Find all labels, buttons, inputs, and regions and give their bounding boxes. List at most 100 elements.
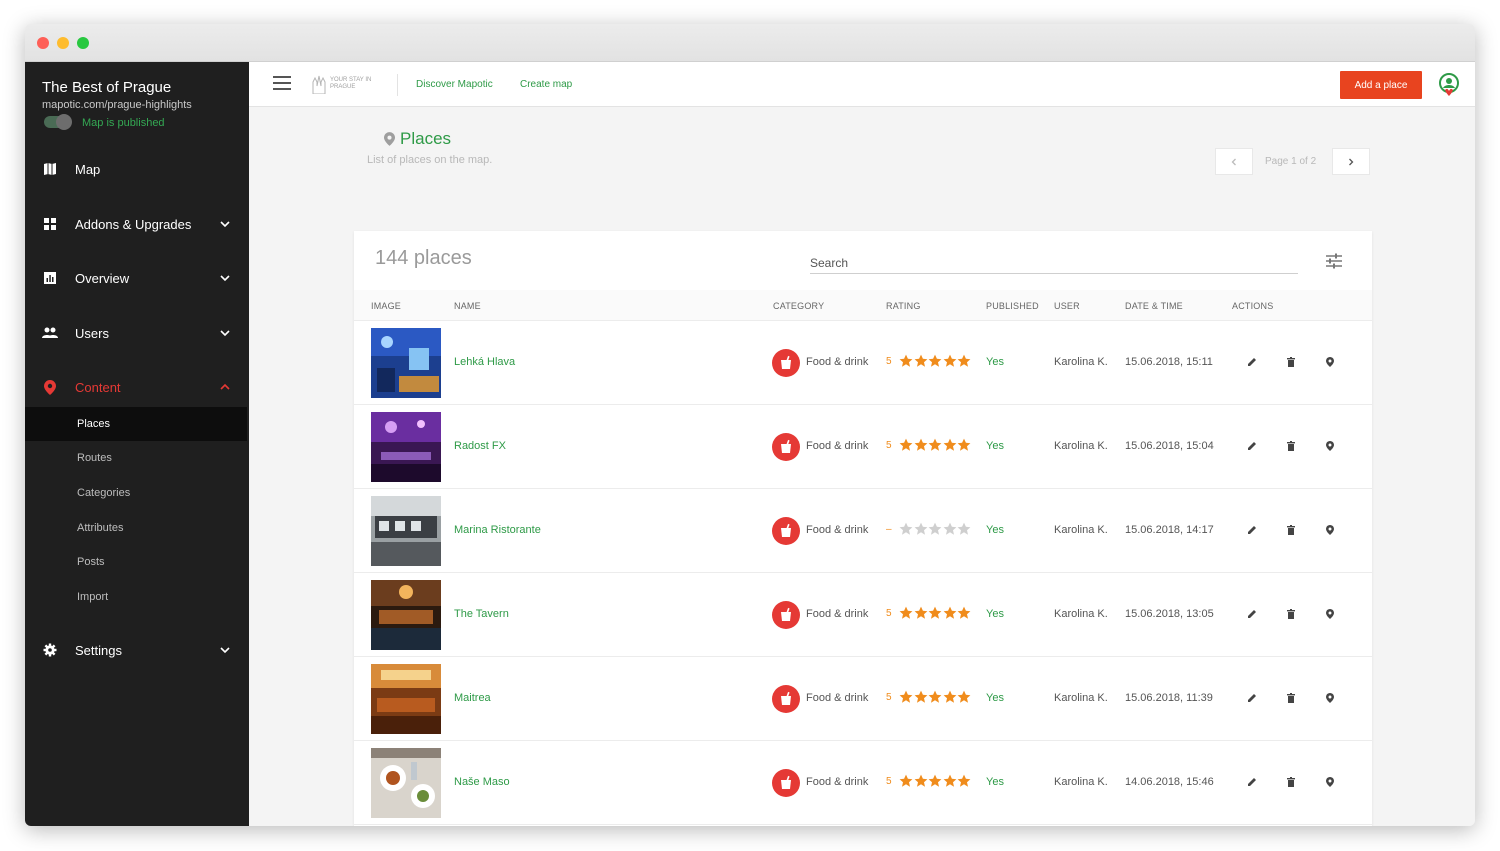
sidebar-item-users[interactable]: Users [25,316,249,350]
food-drink-category-icon [772,601,800,629]
delete-button[interactable] [1285,524,1297,536]
place-name-link[interactable]: Maitrea [454,692,491,704]
delete-button[interactable] [1285,356,1297,368]
edit-button[interactable] [1246,692,1258,704]
locate-on-map-button[interactable] [1324,524,1336,536]
sidebar-item-content[interactable]: Content [25,370,249,404]
maximize-window-button[interactable] [77,37,89,49]
page-subtitle: List of places on the map. [367,154,493,166]
places-table-card: 144 places IMAGE NAME CATEGORY RATING PU… [354,231,1372,826]
date-time: 14.06.2018, 15:46 [1125,776,1214,788]
table-row[interactable]: Marina Ristorante Food & drink – Yes Karolin… [354,489,1372,573]
category-label: Food & drink [806,692,869,704]
edit-button[interactable] [1246,608,1258,620]
table-row[interactable]: Lehká Hlava Food & drink 5 Yes Karolina K. 15… [354,321,1372,405]
star-icon [928,522,942,535]
sidebar-item-settings[interactable]: Settings [25,633,249,667]
column-header-category[interactable]: CATEGORY [773,301,824,311]
delete-button[interactable] [1285,776,1297,788]
delete-button[interactable] [1285,692,1297,704]
locate-on-map-button[interactable] [1324,356,1336,368]
delete-button[interactable] [1285,440,1297,452]
star-icon [943,438,956,451]
user-name: Karolina K. [1054,356,1108,368]
close-window-button[interactable] [37,37,49,49]
discover-mapotic-link[interactable]: Discover Mapotic [416,79,493,90]
minimize-window-button[interactable] [57,37,69,49]
chevron-left-icon [1231,158,1236,165]
edit-button[interactable] [1246,776,1258,788]
edit-button[interactable] [1246,524,1258,536]
pencil-icon [1248,526,1256,534]
sidebar-subitem-label: Routes [77,452,112,464]
food-drink-category-icon [772,433,800,461]
locate-on-map-button[interactable] [1324,440,1336,452]
sidebar-item-overview[interactable]: Overview [25,261,249,295]
rating-value: 5 [886,608,892,619]
place-name-link[interactable]: The Tavern [454,608,509,620]
column-header-name[interactable]: NAME [454,301,481,311]
sidebar-item-map[interactable]: Map [25,152,249,186]
table-row[interactable]: Maitrea Food & drink 5 Yes Karolina K. 15.06.… [354,657,1372,741]
sidebar-subitem-attributes[interactable]: Attributes [25,511,247,545]
pin-icon [384,132,395,146]
sidebar-subitem-routes[interactable]: Routes [25,441,247,475]
star-icon [957,774,971,787]
create-map-link[interactable]: Create map [520,79,572,90]
chevron-down-icon [220,221,230,228]
column-header-published[interactable]: PUBLISHED [986,301,1039,311]
place-name-link[interactable]: Marina Ristorante [454,524,541,536]
table-row[interactable]: The Tavern Food & drink 5 Yes Karolina K. 15.… [354,573,1372,657]
column-header-datetime[interactable]: DATE & TIME [1125,301,1183,311]
table-header: IMAGE NAME CATEGORY RATING PUBLISHED USE… [354,290,1372,321]
pencil-icon [1248,442,1256,450]
search-input[interactable] [810,253,1298,273]
published-status: Yes [986,776,1004,788]
search-field[interactable] [810,253,1298,274]
pin-icon [1326,777,1334,787]
column-header-user[interactable]: USER [1054,301,1080,311]
castle-logo-icon [312,75,326,94]
star-icon [914,354,927,367]
locate-on-map-button[interactable] [1324,608,1336,620]
edit-button[interactable] [1246,440,1258,452]
column-header-image[interactable]: IMAGE [371,301,401,311]
sidebar-subitem-categories[interactable]: Categories [25,476,247,510]
user-avatar-icon[interactable] [1437,72,1461,98]
locate-on-map-button[interactable] [1324,776,1336,788]
sidebar-subitem-posts[interactable]: Posts [25,545,247,579]
user-name: Karolina K. [1054,692,1108,704]
brand-logo[interactable]: YOUR STAY IN PRAGUE [311,73,381,95]
place-name-link[interactable]: Lehká Hlava [454,356,515,368]
pin-icon [42,379,58,395]
sidebar-item-label: Users [75,325,109,341]
star-icon [899,774,913,787]
locate-on-map-button[interactable] [1324,692,1336,704]
gear-icon [42,642,58,658]
delete-button[interactable] [1285,608,1297,620]
star-icon [914,438,927,451]
add-place-button[interactable]: Add a place [1340,71,1422,99]
rating-value: 5 [886,356,892,367]
chevron-right-icon [1349,158,1354,165]
table-row[interactable]: Naše Maso Food & drink 5 Yes Karolina K. 14.0… [354,741,1372,825]
star-icon [943,522,956,535]
publish-toggle[interactable] [44,114,72,130]
sidebar-item-addons[interactable]: Addons & Upgrades [25,207,249,241]
place-name-link[interactable]: Radost FX [454,440,506,452]
next-page-button[interactable] [1332,148,1370,175]
menu-icon[interactable] [273,76,291,90]
place-name-link[interactable]: Naše Maso [454,776,510,788]
star-icon [928,438,942,451]
rating-value: – [886,524,892,535]
star-icon [957,354,971,367]
star-icon [899,354,913,367]
prev-page-button[interactable] [1215,148,1253,175]
table-row[interactable]: Radost FX Food & drink 5 Yes Karolina K. 15.0… [354,405,1372,489]
column-header-rating[interactable]: RATING [886,301,921,311]
filter-icon[interactable] [1325,252,1343,270]
sidebar-subitem-import[interactable]: Import [25,580,247,614]
sidebar-subitem-places[interactable]: Places [25,407,247,441]
edit-button[interactable] [1246,356,1258,368]
pencil-icon [1248,358,1256,366]
